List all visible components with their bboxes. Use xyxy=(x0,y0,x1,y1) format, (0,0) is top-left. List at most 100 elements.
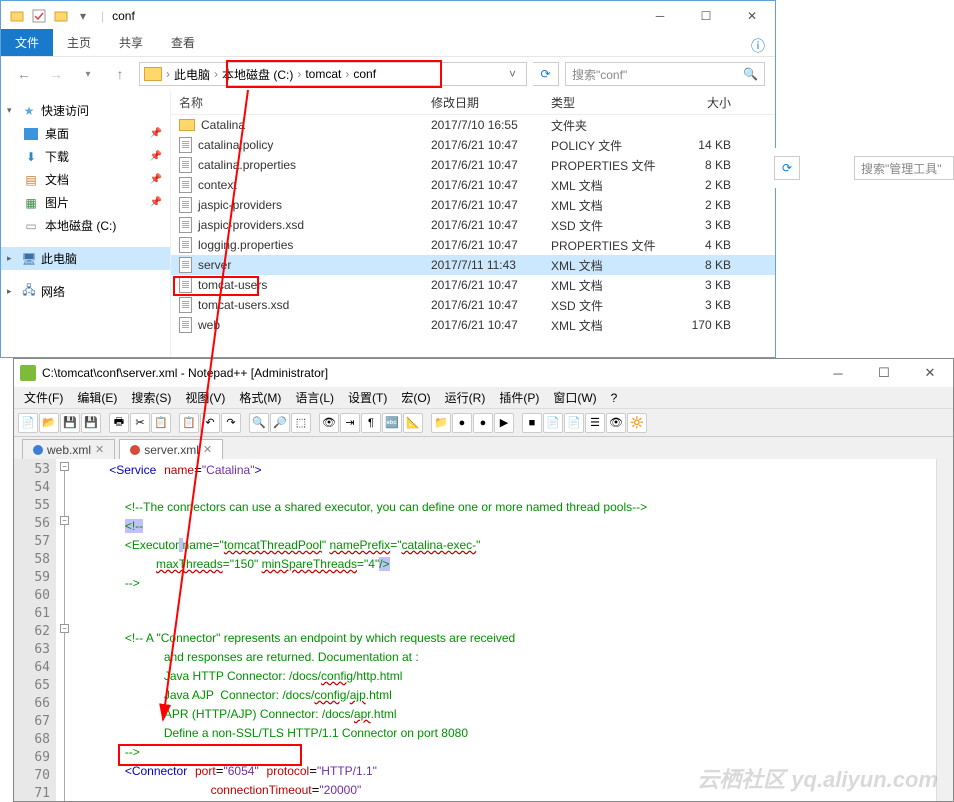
sidebar-item-cdrive[interactable]: ▭本地磁盘 (C:) xyxy=(1,214,170,237)
file-row[interactable]: tomcat-users.xsd2017/6/21 10:47XSD 文件3 K… xyxy=(171,295,775,315)
menu-item[interactable]: 编辑(E) xyxy=(71,387,123,408)
menu-item[interactable]: 文件(F) xyxy=(18,387,69,408)
breadcrumb-segment[interactable]: 本地磁盘 (C:) xyxy=(222,66,293,83)
refresh-button[interactable]: ⟳ xyxy=(533,62,559,86)
breadcrumb-segment[interactable]: 此电脑 xyxy=(174,66,210,83)
toolbar-button[interactable]: 🔆 xyxy=(627,413,647,433)
col-size[interactable]: 大小 xyxy=(671,94,751,111)
menu-item[interactable]: ? xyxy=(605,389,624,407)
file-list[interactable]: Catalina2017/7/10 16:55文件夹catalina.polic… xyxy=(171,115,775,357)
sidebar-item-downloads[interactable]: ⬇下载📌 xyxy=(1,145,170,168)
column-headers[interactable]: 名称 修改日期 类型 大小 xyxy=(171,91,775,115)
menu-item[interactable]: 宏(O) xyxy=(395,387,436,408)
toolbar[interactable]: 📄📂💾💾🖶✂📋📋↶↷🔍🔎⬚👁⇥¶🔤📐📁●●▶■📄📄☰👁🔆 xyxy=(14,409,953,437)
file-row[interactable]: web2017/6/21 10:47XML 文档170 KB xyxy=(171,315,775,335)
maximize-button[interactable]: ☐ xyxy=(861,359,907,387)
code-area[interactable]: <Service name="Catalina"> <!--The connec… xyxy=(74,459,936,801)
tab-file[interactable]: 文件 xyxy=(1,29,53,56)
file-row[interactable]: Catalina2017/7/10 16:55文件夹 xyxy=(171,115,775,135)
toolbar-button[interactable]: 📋 xyxy=(151,413,171,433)
forward-button[interactable]: → xyxy=(43,61,69,87)
document-tab[interactable]: web.xml✕ xyxy=(22,439,115,459)
menu-item[interactable]: 插件(P) xyxy=(493,387,545,408)
toolbar-button[interactable]: ✂ xyxy=(130,413,150,433)
breadcrumb-segment[interactable]: tomcat xyxy=(305,67,341,81)
tab-view[interactable]: 查看 xyxy=(157,29,209,56)
file-row[interactable]: jaspic-providers.xsd2017/6/21 10:47XSD 文… xyxy=(171,215,775,235)
help-icon[interactable]: ⓘ xyxy=(751,36,765,56)
sidebar-item-documents[interactable]: ▤文档📌 xyxy=(1,168,170,191)
menu-item[interactable]: 搜索(S) xyxy=(125,387,177,408)
toolbar-button[interactable]: ☰ xyxy=(585,413,605,433)
minimize-button[interactable]: ─ xyxy=(815,359,861,387)
file-row[interactable]: logging.properties2017/6/21 10:47PROPERT… xyxy=(171,235,775,255)
toolbar-button[interactable]: 📁 xyxy=(431,413,451,433)
sidebar-network[interactable]: ▸🖧网络 xyxy=(1,280,170,303)
col-name[interactable]: 名称 xyxy=(171,94,431,111)
toolbar-button[interactable]: 👁 xyxy=(606,413,626,433)
menu-item[interactable]: 视图(V) xyxy=(179,387,231,408)
fold-toggle[interactable]: − xyxy=(60,462,69,471)
toolbar-button[interactable]: ↶ xyxy=(200,413,220,433)
toolbar-button[interactable]: 💾 xyxy=(81,413,101,433)
close-button[interactable]: ✕ xyxy=(907,359,953,387)
up-button[interactable]: ↑ xyxy=(107,61,133,87)
sidebar-this-pc[interactable]: ▸🖥此电脑 xyxy=(1,247,170,270)
file-row[interactable]: catalina.policy2017/6/21 10:47POLICY 文件1… xyxy=(171,135,775,155)
fold-toggle[interactable]: − xyxy=(60,516,69,525)
search-input[interactable]: 搜索"管理工具" xyxy=(854,156,954,180)
recent-dropdown[interactable]: ▾ xyxy=(75,61,101,87)
fold-margin[interactable]: − − − xyxy=(56,459,74,801)
file-row[interactable]: jaspic-providers2017/6/21 10:47XML 文档2 K… xyxy=(171,195,775,215)
toolbar-button[interactable]: 📄 xyxy=(564,413,584,433)
close-icon[interactable]: ✕ xyxy=(203,443,212,456)
toolbar-button[interactable]: 📋 xyxy=(179,413,199,433)
menu-bar[interactable]: 文件(F)编辑(E)搜索(S)视图(V)格式(M)语言(L)设置(T)宏(O)运… xyxy=(14,387,953,409)
menu-item[interactable]: 运行(R) xyxy=(439,387,492,408)
menu-item[interactable]: 格式(M) xyxy=(233,387,287,408)
tab-home[interactable]: 主页 xyxy=(53,29,105,56)
qat-checkbox-icon[interactable] xyxy=(31,8,47,24)
maximize-button[interactable]: ☐ xyxy=(683,1,729,31)
qat-dropdown-icon[interactable]: ▾ xyxy=(75,8,91,24)
col-date[interactable]: 修改日期 xyxy=(431,94,551,111)
menu-item[interactable]: 设置(T) xyxy=(342,387,393,408)
document-tab[interactable]: server.xml✕ xyxy=(119,439,223,459)
sidebar-quick-access[interactable]: ▾★快速访问 xyxy=(1,99,170,122)
toolbar-button[interactable]: ● xyxy=(473,413,493,433)
toolbar-button[interactable]: ● xyxy=(452,413,472,433)
back-button[interactable]: ← xyxy=(11,61,37,87)
toolbar-button[interactable]: 🔎 xyxy=(270,413,290,433)
search-input[interactable]: 搜索"conf" 🔍 xyxy=(565,62,765,86)
toolbar-button[interactable]: ⇥ xyxy=(340,413,360,433)
close-button[interactable]: ✕ xyxy=(729,1,775,31)
menu-item[interactable]: 语言(L) xyxy=(289,387,340,408)
sidebar-item-desktop[interactable]: 桌面📌 xyxy=(1,122,170,145)
tab-share[interactable]: 共享 xyxy=(105,29,157,56)
col-type[interactable]: 类型 xyxy=(551,94,671,111)
close-icon[interactable]: ✕ xyxy=(95,443,104,456)
fold-toggle[interactable]: − xyxy=(60,624,69,633)
address-dropdown-icon[interactable]: ˅ xyxy=(503,67,522,81)
toolbar-button[interactable]: ⬚ xyxy=(291,413,311,433)
toolbar-button[interactable]: 💾 xyxy=(60,413,80,433)
toolbar-button[interactable]: ¶ xyxy=(361,413,381,433)
toolbar-button[interactable]: ↷ xyxy=(221,413,241,433)
file-row[interactable]: server2017/7/11 11:43XML 文档8 KB xyxy=(171,255,775,275)
toolbar-button[interactable]: 👁 xyxy=(319,413,339,433)
toolbar-button[interactable]: ▶ xyxy=(494,413,514,433)
file-row[interactable]: context2017/6/21 10:47XML 文档2 KB xyxy=(171,175,775,195)
refresh-button[interactable]: ⟳ xyxy=(774,156,800,180)
vertical-scrollbar[interactable] xyxy=(936,459,953,801)
toolbar-button[interactable]: 📂 xyxy=(39,413,59,433)
toolbar-button[interactable]: 🔍 xyxy=(249,413,269,433)
breadcrumb-segment[interactable]: conf xyxy=(353,67,376,81)
toolbar-button[interactable]: ■ xyxy=(522,413,542,433)
file-row[interactable]: catalina.properties2017/6/21 10:47PROPER… xyxy=(171,155,775,175)
toolbar-button[interactable]: 📄 xyxy=(543,413,563,433)
minimize-button[interactable]: ─ xyxy=(637,1,683,31)
sidebar-item-pictures[interactable]: ▦图片📌 xyxy=(1,191,170,214)
file-row[interactable]: tomcat-users2017/6/21 10:47XML 文档3 KB xyxy=(171,275,775,295)
menu-item[interactable]: 窗口(W) xyxy=(547,387,602,408)
toolbar-button[interactable]: 🔤 xyxy=(382,413,402,433)
